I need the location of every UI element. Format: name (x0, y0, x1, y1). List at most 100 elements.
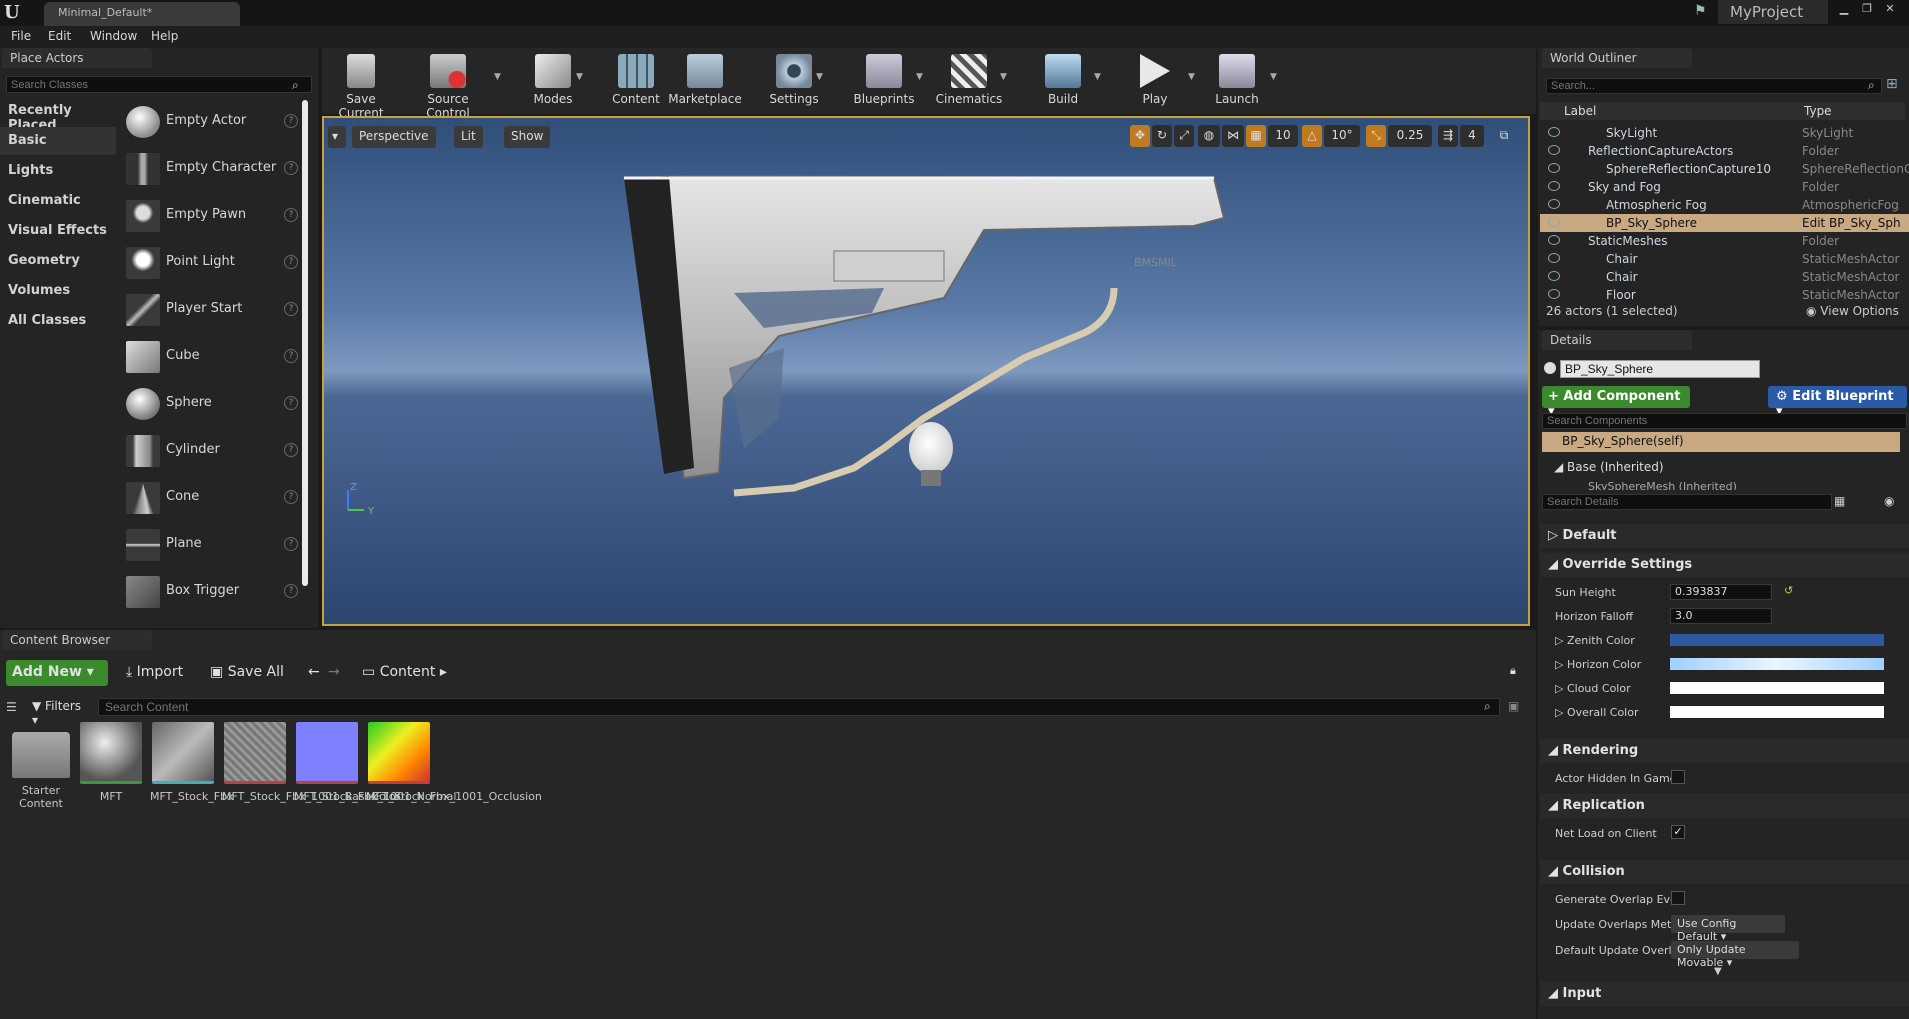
outliner-row[interactable]: Sky and Fog Folder (1540, 178, 1909, 196)
search-icon[interactable]: ⌕ (1484, 699, 1491, 714)
visibility-eye-icon[interactable] (1548, 127, 1560, 137)
expand-advanced-icon[interactable]: ▼ (1714, 966, 1722, 977)
actor-sphere[interactable]: Sphere? (122, 384, 300, 424)
actor-list-scrollbar[interactable] (302, 100, 308, 586)
category-recently-placed[interactable]: Recently Placed (0, 97, 116, 133)
category-basic[interactable]: Basic (0, 127, 116, 155)
level-tab[interactable]: Minimal_Default* (44, 2, 240, 26)
cinematics-button[interactable]: Cinematics (934, 52, 1004, 110)
update-overlaps-dropdown[interactable]: Use Config Default ▾ (1671, 915, 1785, 943)
rotate-tool-icon[interactable]: ↻ (1152, 125, 1172, 147)
horizon-falloff-field[interactable]: 3.0 (1670, 608, 1772, 624)
point-light-sprite[interactable] (909, 422, 953, 486)
help-icon[interactable]: ? (284, 396, 298, 410)
grid-snap-value[interactable]: 10 (1268, 125, 1298, 147)
outliner-row[interactable]: Chair StaticMeshActor (1540, 250, 1909, 268)
visibility-eye-icon[interactable] (1548, 163, 1560, 173)
default-update-dropdown[interactable]: Only Update Movable ▾ (1671, 941, 1799, 969)
sun-height-field[interactable]: 0.393837 (1670, 584, 1772, 600)
help-icon[interactable]: ? (284, 161, 298, 175)
actor-name-field[interactable] (1560, 360, 1760, 378)
blueprints-button[interactable]: Blueprints (852, 52, 916, 110)
scale-snap-icon[interactable]: ⤡ (1366, 125, 1386, 147)
help-icon[interactable]: ? (284, 349, 298, 363)
content-browser-tab[interactable]: Content Browser (2, 630, 152, 650)
actor-player-start[interactable]: Player Start? (122, 290, 300, 330)
cinematics-dropdown-icon[interactable]: ▼ (1000, 72, 1007, 82)
actor-empty-character[interactable]: Empty Character? (122, 149, 300, 189)
play-button[interactable]: Play (1130, 52, 1180, 110)
overlap-events-checkbox[interactable] (1671, 891, 1685, 905)
place-actors-tab[interactable]: Place Actors (2, 48, 152, 68)
search-details-input[interactable] (1542, 494, 1832, 510)
help-icon[interactable]: ? (284, 490, 298, 504)
sources-toggle-icon[interactable]: ☰ (6, 700, 17, 714)
grid-snap-icon[interactable]: ▦ (1246, 125, 1266, 147)
viewport-options-button[interactable]: ▾ (328, 126, 346, 148)
outliner-row[interactable]: ReflectionCaptureActors Folder (1540, 142, 1909, 160)
filters-button[interactable]: ▼ Filters ▾ (28, 698, 92, 727)
base-component-row[interactable]: ◢ Base (Inherited) (1554, 460, 1664, 474)
save-current-button[interactable]: Save Current (326, 52, 396, 120)
settings-button[interactable]: Settings (764, 52, 824, 110)
reset-default-icon[interactable]: ↺ (1784, 584, 1793, 597)
lock-icon[interactable]: 🔒︎ (1504, 660, 1522, 686)
sky-sphere-mesh-row[interactable]: SkySphereMesh (Inherited) (1588, 480, 1737, 490)
settings-dropdown-icon[interactable]: ▼ (816, 72, 823, 82)
cloud-color-swatch[interactable] (1670, 682, 1884, 694)
asset-tile[interactable]: Starter Content (8, 722, 74, 810)
blueprints-dropdown-icon[interactable]: ▼ (916, 72, 923, 82)
source-control-dropdown-icon[interactable]: ▼ (494, 72, 501, 82)
help-icon[interactable]: ? (284, 443, 298, 457)
launch-dropdown-icon[interactable]: ▼ (1270, 72, 1277, 82)
world-outliner-tab[interactable]: World Outliner (1542, 48, 1692, 68)
override-settings-section[interactable]: ◢ Override Settings (1540, 553, 1909, 577)
modes-button[interactable]: Modes (528, 52, 578, 110)
category-all-classes[interactable]: All Classes (0, 307, 116, 335)
net-load-checkbox[interactable]: ✓ (1671, 825, 1685, 839)
outliner-row-type[interactable]: Edit BP_Sky_Sph (1802, 216, 1901, 230)
outliner-row[interactable]: Floor StaticMeshActor (1540, 286, 1909, 304)
property-matrix-icon[interactable]: ▦ (1834, 494, 1845, 508)
actor-plane[interactable]: Plane? (122, 525, 300, 565)
default-section[interactable]: ▷ Default (1540, 524, 1909, 548)
surface-snap-icon[interactable]: ⋈ (1222, 125, 1244, 147)
build-dropdown-icon[interactable]: ▼ (1094, 72, 1101, 82)
rendering-section[interactable]: ◢ Rendering (1540, 739, 1909, 763)
camera-speed-value[interactable]: 4 (1460, 125, 1484, 147)
help-icon[interactable]: ? (284, 302, 298, 316)
search-icon[interactable]: ⌕ (292, 78, 299, 93)
visibility-eye-icon[interactable] (1548, 217, 1560, 227)
category-volumes[interactable]: Volumes (0, 277, 116, 305)
category-visual-effects[interactable]: Visual Effects (0, 217, 116, 245)
scale-tool-icon[interactable]: ⤢ (1174, 125, 1194, 147)
perspective-button[interactable]: Perspective (352, 126, 436, 148)
play-dropdown-icon[interactable]: ▼ (1188, 72, 1195, 82)
modes-dropdown-icon[interactable]: ▼ (576, 72, 583, 82)
zenith-color-swatch[interactable] (1670, 634, 1884, 646)
level-viewport[interactable]: BMSMIL Z Y ▾ Perspective Lit Show ✥ ↻ ⤢ … (322, 116, 1530, 626)
actor-point-light[interactable]: Point Light? (122, 243, 300, 283)
search-classes-input[interactable] (6, 76, 312, 93)
category-geometry[interactable]: Geometry (0, 247, 116, 275)
asset-tile[interactable]: MFT_Stock_Fbx (150, 722, 234, 803)
visibility-eye-icon[interactable] (1548, 199, 1560, 209)
help-icon[interactable]: ? (284, 584, 298, 598)
import-button[interactable]: ⤓ Import (120, 660, 189, 686)
source-control-button[interactable]: Source Control (406, 52, 490, 120)
lit-button[interactable]: Lit (454, 126, 483, 148)
save-search-icon[interactable]: ▣ (1508, 699, 1519, 713)
actor-empty-pawn[interactable]: Empty Pawn? (122, 196, 300, 236)
outliner-row[interactable]: StaticMeshes Folder (1540, 232, 1909, 250)
outliner-row[interactable]: SphereReflectionCapture10 SphereReflectio… (1540, 160, 1909, 178)
actor-cube[interactable]: Cube? (122, 337, 300, 377)
add-component-button[interactable]: + Add Component ▾ (1542, 386, 1690, 419)
show-button[interactable]: Show (504, 126, 551, 148)
menu-edit[interactable]: Edit (48, 29, 71, 43)
horizon-color-swatch[interactable] (1670, 658, 1884, 670)
actor-cylinder[interactable]: Cylinder? (122, 431, 300, 471)
help-icon[interactable]: ? (284, 537, 298, 551)
build-button[interactable]: Build (1036, 52, 1090, 110)
search-components-input[interactable] (1542, 413, 1907, 429)
asset-tile[interactable]: MFT_Stock_Fbx_1001_Normal (294, 722, 456, 803)
